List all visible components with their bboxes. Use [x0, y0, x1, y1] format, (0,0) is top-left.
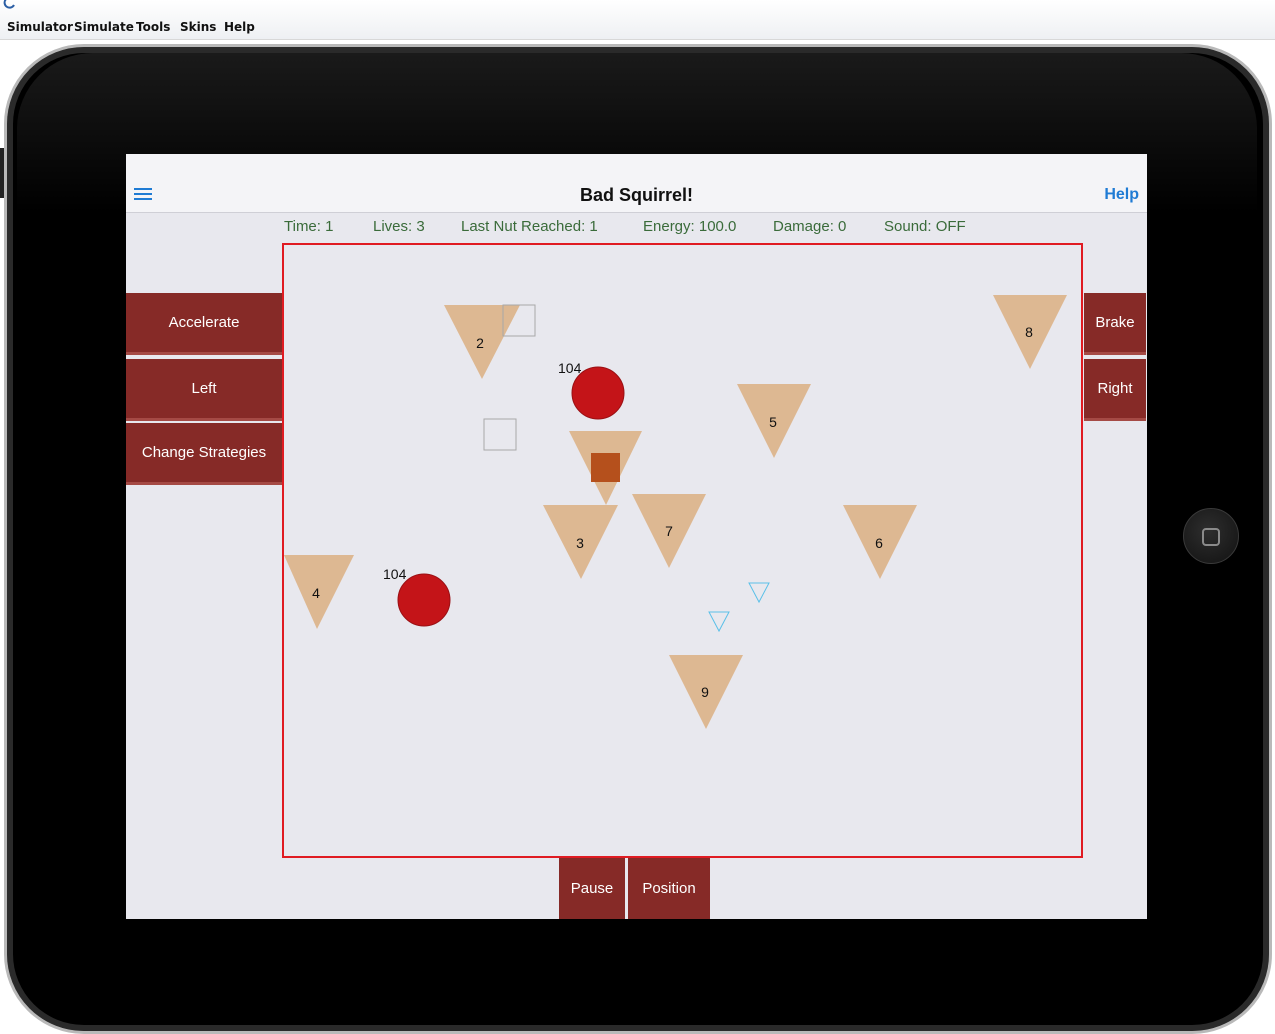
nut: 4 [284, 555, 354, 629]
svg-text:5: 5 [769, 414, 777, 430]
svg-text:8: 8 [1025, 324, 1033, 340]
menu-tools[interactable]: Tools [136, 20, 170, 34]
svg-text:3: 3 [576, 535, 584, 551]
squirrel-label: 104 [383, 566, 407, 582]
status-lives: Lives: 3 [373, 218, 425, 235]
status-energy: Energy: 100.0 [643, 218, 737, 235]
nut: 3 [543, 505, 618, 579]
squirrel: 104 [558, 360, 625, 420]
brake-button[interactable]: Brake [1084, 293, 1146, 355]
status-bar: Time: 1 Lives: 3 Last Nut Reached: 1 Ene… [126, 218, 1147, 238]
svg-text:4: 4 [312, 585, 320, 601]
change-strategies-button[interactable]: Change Strategies [126, 423, 282, 485]
status-time: Time: 1 [284, 218, 334, 235]
position-button[interactable]: Position [628, 858, 710, 919]
svg-text:7: 7 [665, 523, 673, 539]
home-square-icon [1202, 528, 1220, 546]
bird [708, 611, 730, 633]
bird [748, 582, 770, 604]
menu-bar: Simulator Simulate Tools Skins Help [0, 0, 1275, 40]
left-button[interactable]: Left [126, 359, 282, 421]
nut: 2 [444, 305, 520, 379]
svg-text:6: 6 [875, 535, 883, 551]
accelerate-button[interactable]: Accelerate [126, 293, 282, 355]
nut: 7 [632, 494, 706, 568]
status-last-nut: Last Nut Reached: 1 [461, 218, 598, 235]
title-bar: Bad Squirrel! Help [126, 154, 1147, 213]
pause-button[interactable]: Pause [559, 858, 625, 919]
menu-skins[interactable]: Skins [180, 20, 216, 34]
menu-simulator[interactable]: Simulator [7, 20, 73, 34]
app-icon [3, 0, 15, 9]
flag-square [483, 418, 517, 451]
squirrel: 104 [383, 566, 451, 627]
nut-label: 2 [476, 335, 484, 351]
app-screen: Bad Squirrel! Help Time: 1 Lives: 3 Last… [126, 154, 1147, 919]
nut: 8 [993, 295, 1067, 369]
menu-help[interactable]: Help [224, 20, 255, 34]
side-notch [0, 148, 4, 198]
status-damage: Damage: 0 [773, 218, 847, 235]
help-link[interactable]: Help [1104, 186, 1139, 204]
menu-simulate[interactable]: Simulate [74, 20, 134, 34]
status-sound: Sound: OFF [884, 218, 966, 235]
game-field[interactable]: 2 104 5 8 3 7 6 4 104 9 [282, 243, 1083, 858]
nut: 5 [737, 384, 811, 458]
svg-text:9: 9 [701, 684, 709, 700]
app-title: Bad Squirrel! [579, 185, 694, 205]
squirrel-label: 104 [558, 360, 582, 376]
player-squirrel [569, 431, 642, 505]
right-button[interactable]: Right [1084, 359, 1146, 421]
nut: 6 [843, 505, 917, 579]
nut: 9 [669, 655, 743, 729]
